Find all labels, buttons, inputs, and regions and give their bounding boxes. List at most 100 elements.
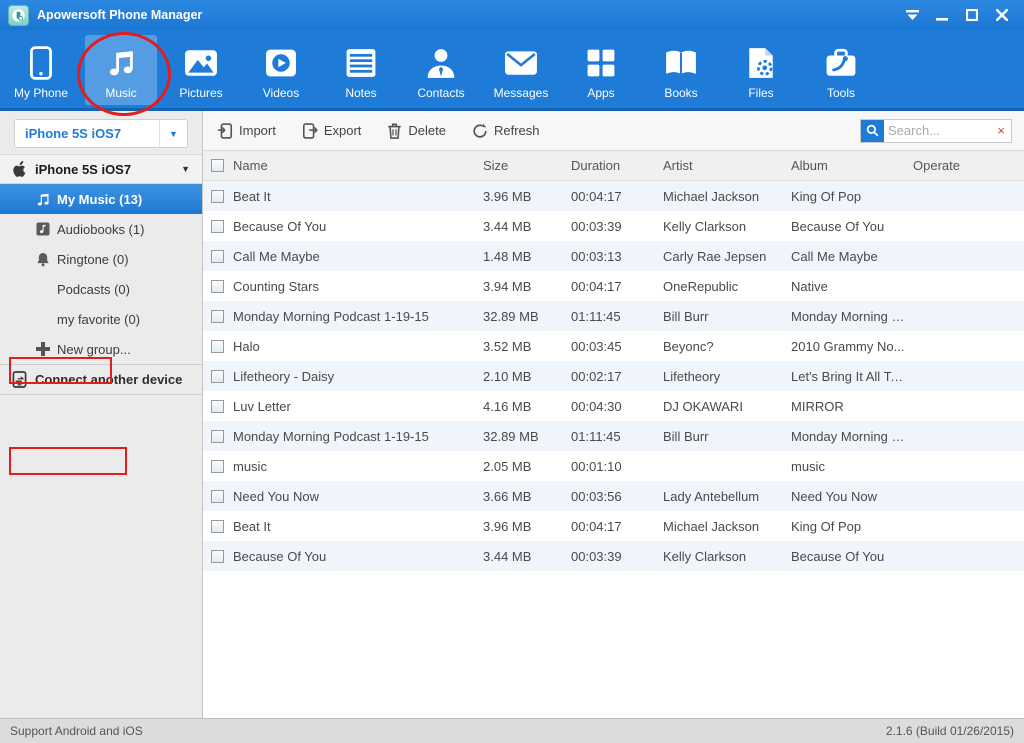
table-row[interactable]: Because Of You 3.44 MB 00:03:39 Kelly Cl… <box>203 541 1024 571</box>
apps-icon <box>586 44 616 82</box>
cell-artist: DJ OKAWARI <box>663 399 791 414</box>
sidebar-item-my-favorite[interactable]: my favorite (0) <box>0 304 202 334</box>
delete-label: Delete <box>408 123 446 138</box>
column-header-name[interactable]: Name <box>233 158 483 173</box>
row-checkbox[interactable] <box>211 520 224 533</box>
cell-artist: Carly Rae Jepsen <box>663 249 791 264</box>
nav-item-messages[interactable]: Messages <box>485 35 557 105</box>
cell-name: Monday Morning Podcast 1-19-15 <box>233 429 483 444</box>
row-checkbox[interactable] <box>211 400 224 413</box>
nav-item-books[interactable]: Books <box>645 35 717 105</box>
notes-icon <box>345 44 377 82</box>
clear-search-icon[interactable]: × <box>991 123 1011 138</box>
column-header-artist[interactable]: Artist <box>663 158 791 173</box>
cell-album: Let's Bring It All To... <box>791 369 913 384</box>
nav-item-music[interactable]: Music <box>85 35 157 105</box>
nav-label: Contacts <box>417 86 464 100</box>
table-row[interactable]: Beat It 3.96 MB 00:04:17 Michael Jackson… <box>203 181 1024 211</box>
sidebar-item-audiobooks[interactable]: Audiobooks (1) <box>0 214 202 244</box>
cell-album: Because Of You <box>791 549 913 564</box>
trash-icon <box>387 123 402 139</box>
minimize-icon[interactable] <box>934 8 950 22</box>
cell-album: Monday Morning P... <box>791 309 913 324</box>
table-row[interactable]: Call Me Maybe 1.48 MB 00:03:13 Carly Rae… <box>203 241 1024 271</box>
window-title: Apowersoft Phone Manager <box>37 8 202 22</box>
status-bar: Support Android and iOS 2.1.6 (Build 01/… <box>0 718 1024 743</box>
nav-label: Videos <box>263 86 299 100</box>
row-checkbox[interactable] <box>211 430 224 443</box>
cell-album: 2010 Grammy No... <box>791 339 913 354</box>
cell-size: 3.52 MB <box>483 339 571 354</box>
files-icon <box>746 44 776 82</box>
connect-another-device-button[interactable]: Connect another device <box>0 364 202 395</box>
row-checkbox[interactable] <box>211 190 224 203</box>
column-header-album[interactable]: Album <box>791 158 913 173</box>
refresh-button[interactable]: Refresh <box>472 123 540 139</box>
cell-name: Beat It <box>233 519 483 534</box>
column-header-duration[interactable]: Duration <box>571 158 663 173</box>
collapse-menu-icon[interactable] <box>904 8 920 22</box>
search-input[interactable] <box>884 123 991 138</box>
cell-duration: 00:04:17 <box>571 279 663 294</box>
nav-item-apps[interactable]: Apps <box>565 35 637 105</box>
cell-size: 3.44 MB <box>483 219 571 234</box>
cell-size: 2.05 MB <box>483 459 571 474</box>
nav-label: Pictures <box>179 86 222 100</box>
row-checkbox[interactable] <box>211 220 224 233</box>
row-checkbox[interactable] <box>211 550 224 563</box>
window-controls <box>904 8 1016 22</box>
export-button[interactable]: Export <box>302 123 362 139</box>
table-row[interactable]: Beat It 3.96 MB 00:04:17 Michael Jackson… <box>203 511 1024 541</box>
table-row[interactable]: Monday Morning Podcast 1-19-15 32.89 MB … <box>203 301 1024 331</box>
table-row[interactable]: Luv Letter 4.16 MB 00:04:30 DJ OKAWARI M… <box>203 391 1024 421</box>
row-checkbox[interactable] <box>211 340 224 353</box>
nav-item-pictures[interactable]: Pictures <box>165 35 237 105</box>
row-checkbox[interactable] <box>211 310 224 323</box>
nav-item-files[interactable]: Files <box>725 35 797 105</box>
search-box: × <box>860 119 1012 143</box>
sidebar-item-podcasts[interactable]: Podcasts (0) <box>0 274 202 304</box>
sidebar-item-ringtone[interactable]: Ringtone (0) <box>0 244 202 274</box>
bell-icon <box>33 252 53 267</box>
table-row[interactable]: Because Of You 3.44 MB 00:03:39 Kelly Cl… <box>203 211 1024 241</box>
table-row[interactable]: Counting Stars 3.94 MB 00:04:17 OneRepub… <box>203 271 1024 301</box>
chevron-down-icon[interactable]: ▼ <box>181 164 190 174</box>
row-checkbox[interactable] <box>211 490 224 503</box>
nav-item-videos[interactable]: Videos <box>245 35 317 105</box>
nav-item-tools[interactable]: Tools <box>805 35 877 105</box>
cell-duration: 00:03:13 <box>571 249 663 264</box>
maximize-icon[interactable] <box>964 8 980 22</box>
contacts-icon <box>426 44 456 82</box>
device-selector[interactable]: iPhone 5S iOS7 ▼ <box>14 119 188 148</box>
import-icon <box>217 123 233 139</box>
column-header-size[interactable]: Size <box>483 158 571 173</box>
delete-button[interactable]: Delete <box>387 123 446 139</box>
table-row[interactable]: Monday Morning Podcast 1-19-15 32.89 MB … <box>203 421 1024 451</box>
table-row[interactable]: Lifetheory - Daisy 2.10 MB 00:02:17 Life… <box>203 361 1024 391</box>
nav-item-my-phone[interactable]: My Phone <box>5 35 77 105</box>
cell-name: Because Of You <box>233 219 483 234</box>
nav-item-notes[interactable]: Notes <box>325 35 397 105</box>
column-header-operate[interactable]: Operate <box>913 158 1024 173</box>
row-checkbox[interactable] <box>211 460 224 473</box>
close-icon[interactable] <box>994 8 1010 22</box>
cell-artist: Bill Burr <box>663 309 791 324</box>
select-all-checkbox[interactable] <box>211 159 224 172</box>
chevron-down-icon[interactable]: ▼ <box>159 120 187 147</box>
table-row[interactable]: music 2.05 MB 00:01:10 music <box>203 451 1024 481</box>
row-checkbox[interactable] <box>211 250 224 263</box>
nav-item-contacts[interactable]: Contacts <box>405 35 477 105</box>
device-header[interactable]: iPhone 5S iOS7 ▼ <box>0 154 202 184</box>
row-checkbox[interactable] <box>211 370 224 383</box>
cell-duration: 00:02:17 <box>571 369 663 384</box>
table-row[interactable]: Need You Now 3.66 MB 00:03:56 Lady Anteb… <box>203 481 1024 511</box>
nav-label: Apps <box>587 86 614 100</box>
row-checkbox[interactable] <box>211 280 224 293</box>
sidebar-item-new-group[interactable]: New group... <box>0 334 202 364</box>
sidebar-item-my-music[interactable]: My Music (13) <box>0 184 202 214</box>
import-button[interactable]: Import <box>217 123 276 139</box>
cell-artist: Lady Antebellum <box>663 489 791 504</box>
search-icon[interactable] <box>861 120 884 142</box>
table-row[interactable]: Halo 3.52 MB 00:03:45 Beyonc? 2010 Gramm… <box>203 331 1024 361</box>
empty-area <box>203 571 1024 718</box>
